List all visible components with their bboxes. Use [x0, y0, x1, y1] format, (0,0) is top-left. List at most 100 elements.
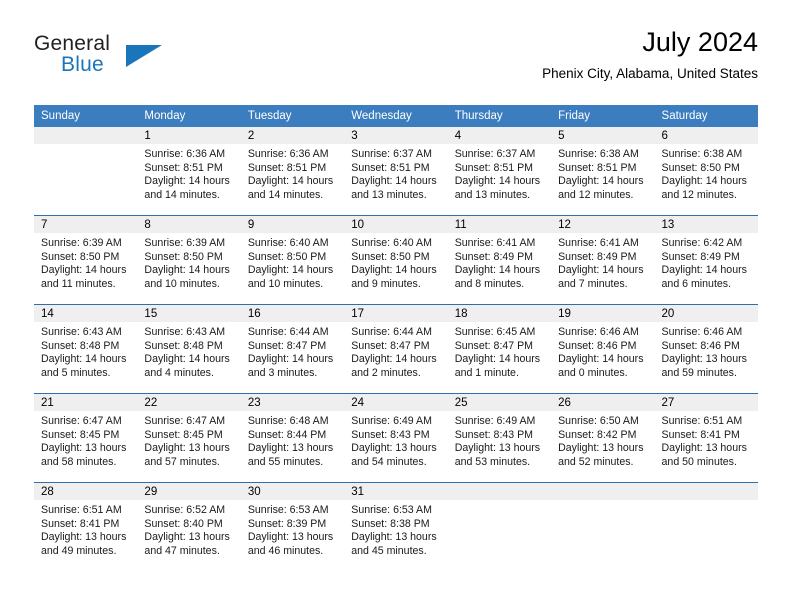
calendar-day-cell[interactable]: 28 Sunrise: 6:51 AM Sunset: 8:41 PM Dayligh…	[34, 482, 138, 571]
day-sun-info: Sunrise: 6:52 AM Sunset: 8:40 PM Daylight:…	[137, 500, 240, 558]
day-number: 19	[551, 305, 655, 322]
calendar-day-cell-empty	[447, 482, 552, 571]
daylight-text-line2: and 45 minutes.	[351, 544, 427, 557]
calendar-day-cell[interactable]: 10 Sunrise: 6:40 AM Sunset: 8:50 PM Dayligh…	[344, 215, 448, 305]
calendar-day-cell[interactable]: 18 Sunrise: 6:45 AM Sunset: 8:47 PM Dayligh…	[447, 304, 552, 394]
daylight-text-line1: Daylight: 13 hours	[144, 531, 230, 544]
day-sun-info: Sunrise: 6:43 AM Sunset: 8:48 PM Daylight:…	[34, 322, 137, 380]
location-subtitle: Phenix City, Alabama, United States	[542, 66, 758, 82]
daylight-text-line2: and 49 minutes.	[41, 544, 117, 557]
calendar-day-cell[interactable]: 26 Sunrise: 6:50 AM Sunset: 8:42 PM Dayligh…	[551, 393, 655, 483]
calendar-day-cell[interactable]: 4 Sunrise: 6:37 AM Sunset: 8:51 PM Daylight…	[447, 127, 552, 216]
daylight-text-line1: Daylight: 14 hours	[351, 353, 437, 366]
weekday-header-friday: Friday	[551, 105, 655, 127]
day-cell-content: 12 Sunrise: 6:41 AM Sunset: 8:49 PM Dayligh…	[551, 216, 655, 304]
day-number: 16	[240, 305, 345, 322]
day-number: 11	[447, 216, 552, 233]
sunrise-text: Sunrise: 6:47 AM	[144, 415, 226, 427]
daylight-text-line1: Daylight: 14 hours	[454, 175, 541, 188]
day-number: 23	[240, 394, 345, 411]
title-block: July 2024 Phenix City, Alabama, United S…	[542, 28, 758, 82]
calendar-day-cell[interactable]: 6 Sunrise: 6:38 AM Sunset: 8:50 PM Daylight…	[654, 127, 758, 216]
day-number	[447, 483, 552, 500]
day-number: 21	[34, 394, 138, 411]
day-number	[654, 483, 758, 500]
day-sun-info: Sunrise: 6:51 AM Sunset: 8:41 PM Daylight:…	[655, 411, 758, 469]
sunset-text: Sunset: 8:44 PM	[247, 428, 327, 441]
day-sun-info: Sunrise: 6:53 AM Sunset: 8:39 PM Daylight:…	[241, 500, 344, 558]
calendar-week-row: 1 Sunrise: 6:36 AM Sunset: 8:51 PM Daylight…	[34, 127, 758, 216]
calendar-day-cell-empty	[34, 127, 138, 216]
day-cell-content: 3 Sunrise: 6:37 AM Sunset: 8:51 PM Daylight…	[344, 127, 448, 215]
daylight-text-line2: and 57 minutes.	[144, 455, 220, 468]
daylight-text-line2: and 59 minutes.	[661, 366, 737, 379]
sunset-text: Sunset: 8:46 PM	[558, 339, 637, 352]
sunset-text: Sunset: 8:47 PM	[247, 339, 327, 352]
calendar-day-cell[interactable]: 24 Sunrise: 6:49 AM Sunset: 8:43 PM Dayligh…	[344, 393, 448, 483]
calendar-day-cell[interactable]: 11 Sunrise: 6:41 AM Sunset: 8:49 PM Dayligh…	[447, 215, 552, 305]
calendar-day-cell[interactable]: 21 Sunrise: 6:47 AM Sunset: 8:45 PM Dayligh…	[34, 393, 138, 483]
calendar-page: General Blue July 2024 Phenix City, Alab…	[0, 0, 792, 612]
calendar-day-cell[interactable]: 5 Sunrise: 6:38 AM Sunset: 8:51 PM Daylight…	[551, 127, 655, 216]
daylight-text-line1: Daylight: 14 hours	[351, 175, 437, 188]
day-cell-content: 2 Sunrise: 6:36 AM Sunset: 8:51 PM Daylight…	[240, 127, 345, 215]
calendar-day-cell[interactable]: 17 Sunrise: 6:44 AM Sunset: 8:47 PM Dayligh…	[344, 304, 448, 394]
calendar-day-cell[interactable]: 12 Sunrise: 6:41 AM Sunset: 8:49 PM Dayligh…	[551, 215, 655, 305]
daylight-text-line1: Daylight: 14 hours	[661, 264, 747, 277]
daylight-text-line2: and 54 minutes.	[351, 455, 427, 468]
sunset-text: Sunset: 8:48 PM	[41, 339, 120, 352]
calendar-day-cell[interactable]: 27 Sunrise: 6:51 AM Sunset: 8:41 PM Dayligh…	[654, 393, 758, 483]
sunrise-text: Sunrise: 6:38 AM	[558, 148, 639, 160]
day-number: 1	[137, 127, 241, 144]
day-sun-info: Sunrise: 6:53 AM Sunset: 8:38 PM Daylight:…	[344, 500, 447, 558]
calendar-day-cell[interactable]: 13 Sunrise: 6:42 AM Sunset: 8:49 PM Dayligh…	[654, 215, 758, 305]
calendar-day-cell[interactable]: 23 Sunrise: 6:48 AM Sunset: 8:44 PM Dayligh…	[240, 393, 345, 483]
calendar-day-cell[interactable]: 20 Sunrise: 6:46 AM Sunset: 8:46 PM Dayligh…	[654, 304, 758, 394]
calendar-day-cell[interactable]: 19 Sunrise: 6:46 AM Sunset: 8:46 PM Dayligh…	[551, 304, 655, 394]
daylight-text-line2: and 4 minutes.	[144, 366, 214, 379]
calendar-day-cell[interactable]: 9 Sunrise: 6:40 AM Sunset: 8:50 PM Daylight…	[240, 215, 345, 305]
calendar-day-cell[interactable]: 7 Sunrise: 6:39 AM Sunset: 8:50 PM Daylight…	[34, 215, 138, 305]
calendar-day-cell[interactable]: 15 Sunrise: 6:43 AM Sunset: 8:48 PM Dayligh…	[137, 304, 241, 394]
sunrise-text: Sunrise: 6:46 AM	[661, 326, 743, 338]
calendar-day-cell[interactable]: 22 Sunrise: 6:47 AM Sunset: 8:45 PM Dayligh…	[137, 393, 241, 483]
calendar-grid: Sunday Monday Tuesday Wednesday Thursday…	[34, 105, 758, 571]
sunset-text: Sunset: 8:50 PM	[41, 250, 120, 263]
calendar-day-cell[interactable]: 1 Sunrise: 6:36 AM Sunset: 8:51 PM Daylight…	[137, 127, 241, 216]
calendar-body: 1 Sunrise: 6:36 AM Sunset: 8:51 PM Daylight…	[34, 127, 758, 571]
daylight-text-line1: Daylight: 14 hours	[144, 175, 230, 188]
day-sun-info: Sunrise: 6:42 AM Sunset: 8:49 PM Daylight:…	[655, 233, 758, 291]
day-number: 13	[654, 216, 758, 233]
calendar-day-cell[interactable]: 2 Sunrise: 6:36 AM Sunset: 8:51 PM Daylight…	[240, 127, 345, 216]
calendar-day-cell[interactable]: 16 Sunrise: 6:44 AM Sunset: 8:47 PM Dayligh…	[240, 304, 345, 394]
day-cell-content	[551, 483, 655, 571]
day-number	[551, 483, 655, 500]
daylight-text-line2: and 53 minutes.	[454, 455, 531, 468]
day-cell-content: 15 Sunrise: 6:43 AM Sunset: 8:48 PM Dayligh…	[137, 305, 241, 393]
calendar-day-cell[interactable]: 14 Sunrise: 6:43 AM Sunset: 8:48 PM Dayligh…	[34, 304, 138, 394]
sunset-text: Sunset: 8:49 PM	[661, 250, 740, 263]
weekday-header-saturday: Saturday	[654, 105, 758, 127]
calendar-day-cell[interactable]: 25 Sunrise: 6:49 AM Sunset: 8:43 PM Dayligh…	[447, 393, 552, 483]
sunset-text: Sunset: 8:50 PM	[144, 250, 223, 263]
sunrise-text: Sunrise: 6:43 AM	[144, 326, 226, 338]
daylight-text-line1: Daylight: 13 hours	[247, 442, 334, 455]
calendar-day-cell[interactable]: 8 Sunrise: 6:39 AM Sunset: 8:50 PM Daylight…	[137, 215, 241, 305]
day-sun-info: Sunrise: 6:39 AM Sunset: 8:50 PM Daylight:…	[34, 233, 137, 291]
day-cell-content: 9 Sunrise: 6:40 AM Sunset: 8:50 PM Daylight…	[240, 216, 345, 304]
calendar-day-cell[interactable]: 3 Sunrise: 6:37 AM Sunset: 8:51 PM Daylight…	[344, 127, 448, 216]
calendar-day-cell[interactable]: 31 Sunrise: 6:53 AM Sunset: 8:38 PM Dayligh…	[344, 482, 448, 571]
daylight-text-line1: Daylight: 14 hours	[558, 353, 644, 366]
day-sun-info: Sunrise: 6:43 AM Sunset: 8:48 PM Daylight:…	[137, 322, 240, 380]
day-sun-info	[655, 500, 758, 504]
calendar-day-cell[interactable]: 29 Sunrise: 6:52 AM Sunset: 8:40 PM Dayligh…	[137, 482, 241, 571]
calendar-day-cell[interactable]: 30 Sunrise: 6:53 AM Sunset: 8:39 PM Dayligh…	[240, 482, 345, 571]
sunset-text: Sunset: 8:50 PM	[351, 250, 430, 263]
daylight-text-line2: and 12 minutes.	[558, 188, 634, 201]
daylight-text-line1: Daylight: 13 hours	[41, 442, 127, 455]
day-number: 12	[551, 216, 655, 233]
day-cell-content: 23 Sunrise: 6:48 AM Sunset: 8:44 PM Dayligh…	[240, 394, 345, 482]
calendar-header-row: Sunday Monday Tuesday Wednesday Thursday…	[34, 105, 758, 127]
calendar-week-row: 28 Sunrise: 6:51 AM Sunset: 8:41 PM Dayligh…	[34, 482, 758, 571]
sunset-text: Sunset: 8:51 PM	[144, 161, 223, 174]
